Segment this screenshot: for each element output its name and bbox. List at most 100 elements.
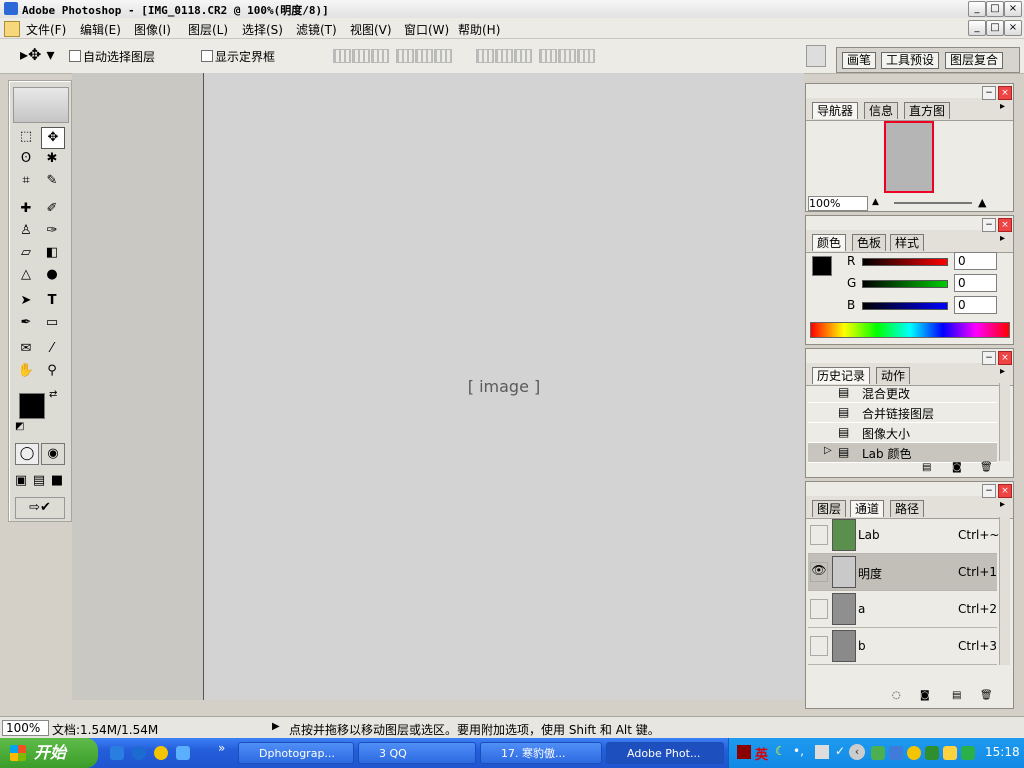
close-icon[interactable]: × (1004, 1, 1022, 17)
g-value[interactable]: 0 (954, 274, 997, 292)
taskbar-button-active[interactable]: Adobe Phot... (606, 742, 724, 764)
load-selection-icon[interactable]: ◌ (892, 690, 901, 701)
swap-colors-icon[interactable]: ⇄ (49, 389, 57, 400)
panel-minimize-icon[interactable]: − (982, 484, 996, 498)
doc-close-icon[interactable]: × (1004, 20, 1022, 36)
delete-channel-icon[interactable]: 🗑 (980, 690, 993, 701)
tab-histogram[interactable]: 直方图 (904, 102, 951, 119)
screen-mode-full-icon[interactable]: ■ (49, 471, 65, 491)
crop-tool-icon[interactable]: ⌗ (15, 171, 37, 191)
visibility-toggle[interactable] (810, 636, 828, 656)
history-step[interactable]: ▤ 合并链接图层 (808, 403, 997, 423)
menu-select[interactable]: 选择(S) (242, 21, 283, 38)
new-channel-icon[interactable]: ▤ (952, 690, 961, 701)
tray-arrow-icon[interactable]: ✓ (835, 744, 845, 758)
quicklaunch-icon[interactable] (176, 746, 190, 760)
tray-collapse-icon[interactable]: ‹ (849, 744, 865, 760)
tab-history[interactable]: 历史记录 (812, 367, 871, 384)
visibility-toggle[interactable] (810, 599, 828, 619)
new-snapshot-icon[interactable]: ◙ (952, 462, 962, 473)
align-vcenter-icon[interactable] (352, 49, 370, 63)
document-icon[interactable] (4, 21, 20, 37)
gradient-tool-icon[interactable]: ◧ (41, 243, 63, 263)
panel-close-icon[interactable]: × (998, 218, 1012, 232)
move-tool-icon[interactable]: ✥ (41, 127, 65, 149)
hand-tool-icon[interactable]: ✋ (15, 361, 37, 381)
tab-swatches[interactable]: 色板 (852, 234, 887, 251)
menu-window[interactable]: 窗口(W) (404, 21, 449, 38)
brush-tool-icon[interactable]: ✐ (41, 199, 63, 219)
minimize-icon[interactable]: _ (968, 1, 986, 17)
jump-to-imageready-icon[interactable]: ⇨✔ (15, 497, 65, 519)
move-tool-preset-icon[interactable]: ▸✥ ▾ (20, 45, 55, 64)
tab-color[interactable]: 颜色 (812, 234, 847, 251)
history-step-current[interactable]: ▷ ▤ Lab 颜色 (808, 443, 997, 463)
status-zoom[interactable]: 100% (2, 720, 49, 736)
channel-row-lightness[interactable]: 👁 明度 Ctrl+1 (808, 554, 997, 591)
zoom-in-icon[interactable]: ▲ (978, 196, 986, 209)
distribute-vcenter-icon[interactable] (495, 49, 513, 63)
menu-file[interactable]: 文件(F) (26, 21, 66, 38)
maximize-icon[interactable]: □ (986, 1, 1004, 17)
type-tool-icon[interactable]: T (41, 291, 63, 311)
show-bounds-checkbox[interactable] (201, 50, 213, 62)
start-button[interactable]: 开始 (0, 738, 98, 768)
lasso-tool-icon[interactable]: ʘ (15, 149, 37, 169)
panel-close-icon[interactable]: × (998, 351, 1012, 365)
eraser-tool-icon[interactable]: ▱ (15, 243, 37, 263)
printer-icon[interactable] (806, 45, 826, 67)
history-step[interactable]: ▤ 混合更改 (808, 383, 997, 403)
navigator-zoom-slider[interactable] (894, 202, 972, 204)
align-top-icon[interactable] (333, 49, 351, 63)
ime-mode[interactable]: 英 (755, 744, 768, 763)
feather-logo-icon[interactable] (13, 87, 69, 123)
menu-image[interactable]: 图像(I) (134, 21, 171, 38)
menu-help[interactable]: 帮助(H) (458, 21, 500, 38)
panel-menu-icon[interactable]: ▸ (1000, 101, 1005, 112)
qq-icon[interactable] (154, 746, 168, 760)
tray-app-icon[interactable] (889, 746, 903, 760)
quick-mask-icon[interactable]: ◉ (41, 443, 65, 465)
color-fg-swatch[interactable] (812, 256, 832, 276)
panel-menu-icon[interactable]: ▸ (1000, 233, 1005, 244)
taskbar-button[interactable]: 17. 寒豹傲... (480, 742, 602, 764)
doc-restore-icon[interactable]: □ (986, 20, 1004, 36)
tab-brushes[interactable]: 画笔 (842, 52, 877, 69)
b-value[interactable]: 0 (954, 296, 997, 314)
eye-icon[interactable]: 👁 (810, 562, 828, 582)
menu-view[interactable]: 视图(V) (350, 21, 392, 38)
navigator-zoom[interactable]: 100% (808, 196, 868, 211)
eyedropper-icon[interactable]: ⁄ (41, 339, 63, 359)
moon-icon[interactable]: ☾ (775, 744, 786, 758)
tab-tool-presets[interactable]: 工具预设 (881, 52, 940, 69)
distribute-bottom-icon[interactable] (514, 49, 532, 63)
dodge-tool-icon[interactable]: ● (41, 265, 63, 285)
healing-brush-icon[interactable]: ✚ (15, 199, 37, 219)
doc-minimize-icon[interactable]: _ (968, 20, 986, 36)
clone-stamp-icon[interactable]: ♙ (15, 221, 37, 241)
g-slider[interactable] (862, 280, 948, 288)
save-selection-icon[interactable]: ◙ (920, 690, 930, 701)
tab-info[interactable]: 信息 (864, 102, 899, 119)
screen-mode-standard-icon[interactable]: ▣ (13, 471, 29, 491)
quicklaunch-icon[interactable] (132, 746, 146, 760)
tab-actions[interactable]: 动作 (876, 367, 911, 384)
network-icon[interactable] (871, 746, 885, 760)
tab-paths[interactable]: 路径 (890, 500, 925, 517)
keyboard-icon[interactable] (815, 745, 829, 759)
panel-minimize-icon[interactable]: − (982, 86, 996, 100)
canvas[interactable]: [ image ] (203, 73, 804, 700)
tab-layers[interactable]: 图层 (812, 500, 847, 517)
tab-layer-comps[interactable]: 图层复合 (945, 52, 1004, 69)
align-right-icon[interactable] (434, 49, 452, 63)
navigator-thumbnail[interactable] (884, 121, 934, 193)
taskbar-button[interactable]: Dphotograp... (238, 742, 354, 764)
tray-app-icon[interactable] (925, 746, 939, 760)
path-select-icon[interactable]: ➤ (15, 291, 37, 311)
menu-edit[interactable]: 编辑(E) (80, 21, 121, 38)
panel-minimize-icon[interactable]: − (982, 351, 996, 365)
ime-icon[interactable] (737, 745, 751, 759)
panel-menu-icon[interactable]: ▸ (1000, 366, 1005, 377)
history-scrollbar[interactable] (999, 383, 1010, 461)
delete-state-icon[interactable]: 🗑 (980, 462, 993, 473)
